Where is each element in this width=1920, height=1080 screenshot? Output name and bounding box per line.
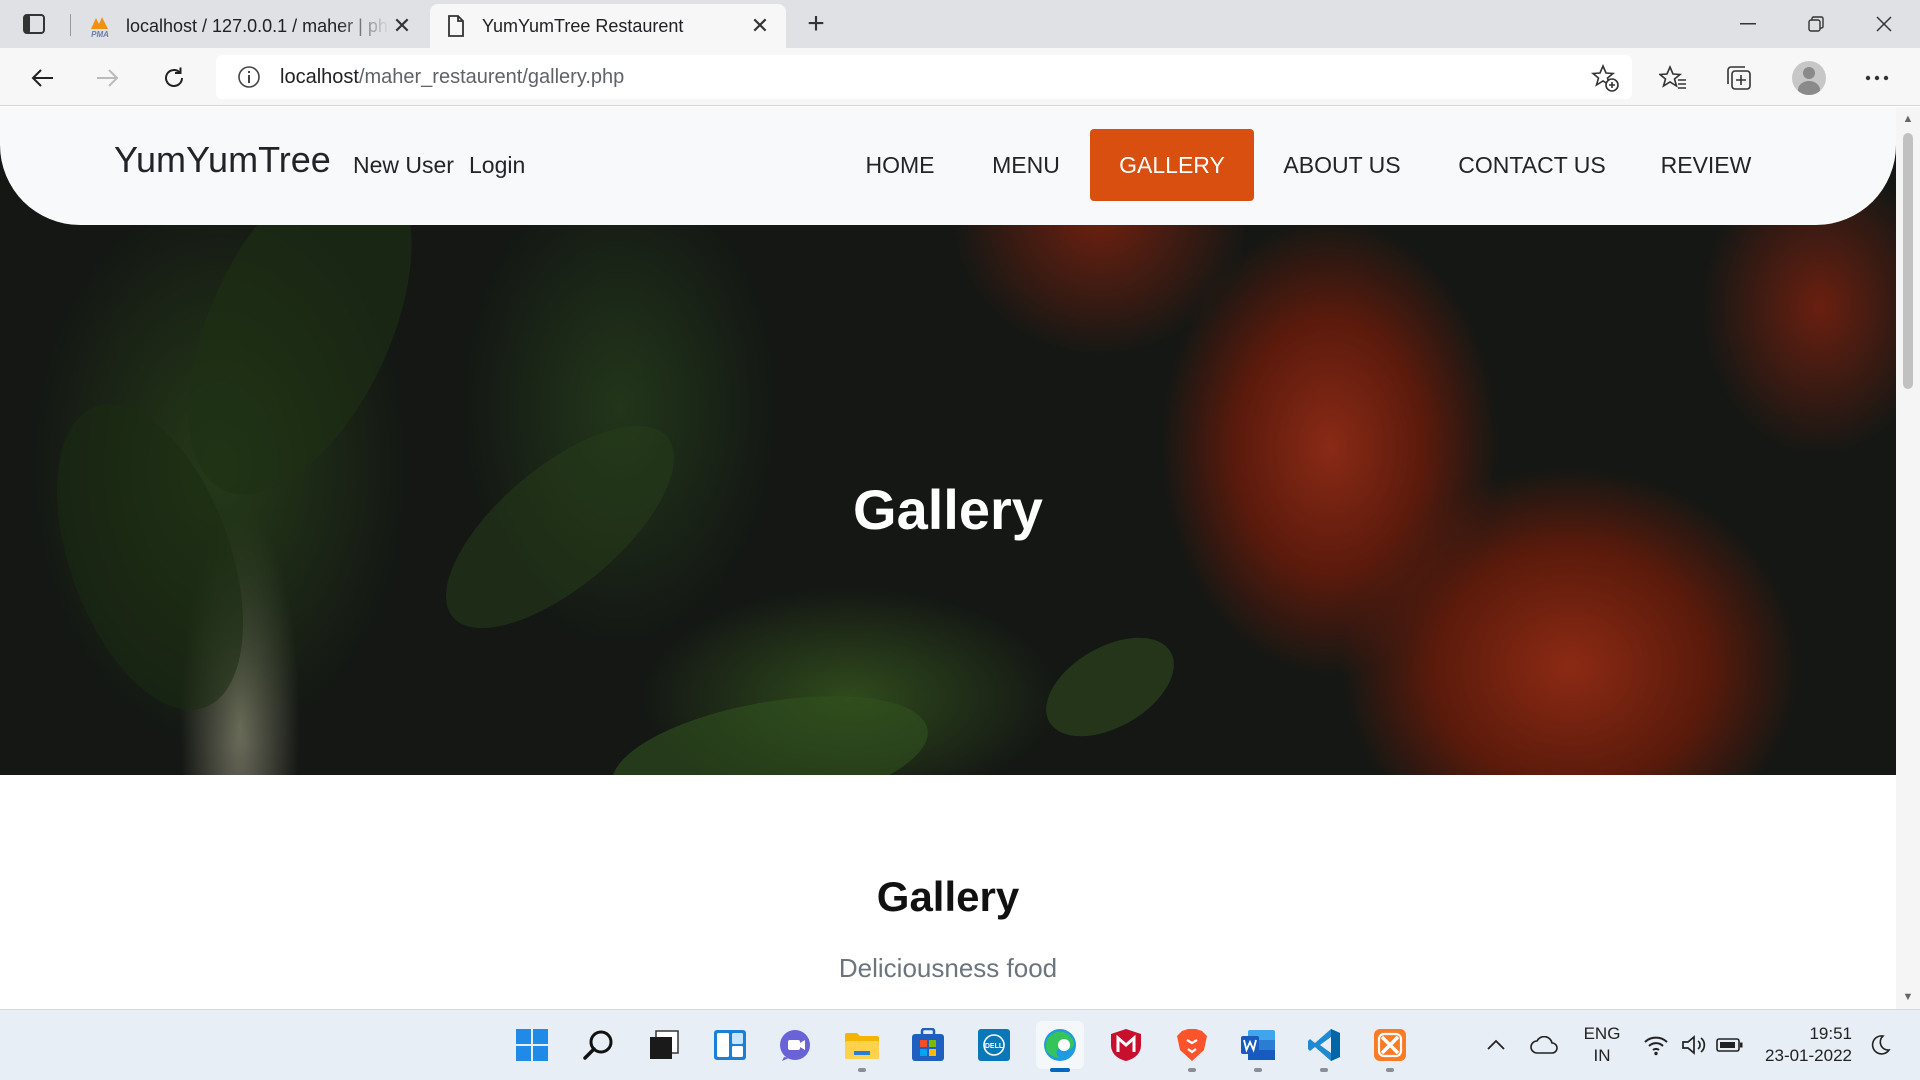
file-explorer-icon[interactable] — [838, 1021, 886, 1072]
nav-review[interactable]: REVIEW — [1644, 129, 1768, 201]
clock-date: 23-01-2022 — [1765, 1046, 1852, 1065]
widgets-icon[interactable] — [706, 1021, 754, 1069]
start-icon[interactable] — [508, 1021, 556, 1069]
nav-menu[interactable]: MENU — [970, 129, 1082, 201]
phpmyadmin-icon: PMA — [88, 14, 112, 38]
scroll-down-icon[interactable]: ▼ — [1902, 991, 1914, 1003]
language-code: ENG — [1583, 1024, 1621, 1043]
url-text: localhost/maher_restaurent/gallery.php — [280, 66, 624, 89]
back-arrow-icon[interactable] — [22, 58, 62, 98]
vscode-icon[interactable] — [1300, 1021, 1348, 1072]
show-hidden-icons-chevron-icon[interactable] — [1472, 1021, 1520, 1069]
site-info-icon[interactable] — [234, 62, 264, 92]
hero-title: Gallery — [853, 478, 1043, 541]
brave-icon[interactable] — [1168, 1021, 1216, 1072]
word-icon[interactable] — [1234, 1021, 1282, 1072]
dell-icon[interactable]: DELL — [970, 1021, 1018, 1069]
gallery-section-title: Gallery — [876, 873, 1020, 920]
edge-icon[interactable] — [1036, 1021, 1084, 1072]
site-navbar: YumYumTree New User Login HOME MENU GALL… — [0, 107, 1896, 225]
tab-title: YumYumTree Restaurent — [482, 15, 684, 36]
tab-title: localhost / 127.0.0.1 / maher | phpMyAdm… — [126, 15, 390, 36]
forward-arrow-icon[interactable] — [88, 58, 128, 98]
more-options-icon[interactable] — [1860, 61, 1894, 95]
task-view-icon[interactable] — [640, 1021, 688, 1069]
tab-yumyumtree[interactable]: YumYumTree Restaurent ✕ — [430, 4, 786, 48]
close-window-icon[interactable] — [1850, 0, 1918, 48]
login-link[interactable]: Login — [469, 152, 525, 179]
svg-text:PMA: PMA — [91, 30, 109, 38]
tab-phpmyadmin[interactable]: PMA localhost / 127.0.0.1 / maher | phpM… — [74, 4, 428, 48]
tab-actions-icon[interactable] — [16, 10, 52, 38]
nav-gallery[interactable]: GALLERY — [1090, 129, 1254, 201]
xampp-icon[interactable] — [1366, 1021, 1414, 1072]
region-code: IN — [1593, 1046, 1611, 1065]
refresh-icon[interactable] — [154, 58, 194, 98]
running-indicator — [858, 1068, 866, 1072]
focus-assist-moon-icon[interactable] — [1858, 1021, 1902, 1069]
url-host: localhost — [280, 65, 359, 88]
url-path: /maher_restaurent/gallery.php — [358, 65, 625, 88]
running-indicator — [1320, 1068, 1328, 1072]
scroll-up-icon[interactable]: ▲ — [1902, 113, 1914, 125]
page-icon — [444, 14, 468, 38]
svg-text:DELL: DELL — [985, 1043, 1004, 1050]
new-user-link[interactable]: New User — [353, 152, 454, 179]
input-language-indicator[interactable]: ENG IN — [1578, 1023, 1626, 1067]
address-bar[interactable]: localhost/maher_restaurent/gallery.php — [216, 55, 1632, 99]
clock-time: 19:51 — [1809, 1024, 1852, 1043]
page-scrollbar[interactable]: ▲ ▼ — [1896, 107, 1920, 1009]
nav-home[interactable]: HOME — [840, 129, 960, 201]
browser-toolbar: localhost/maher_restaurent/gallery.php — [0, 48, 1920, 106]
running-indicator — [1188, 1068, 1196, 1072]
add-favorite-icon[interactable] — [1590, 63, 1620, 93]
battery-icon[interactable] — [1708, 1021, 1752, 1069]
running-indicator — [1386, 1068, 1394, 1072]
close-tab-icon[interactable]: ✕ — [748, 13, 772, 38]
collections-icon[interactable] — [1722, 61, 1756, 95]
windows-taskbar: DELL ENG IN 19:51 23-01-2022 — [0, 1009, 1920, 1080]
scrollbar-thumb[interactable] — [1903, 133, 1913, 389]
profile-avatar[interactable] — [1792, 61, 1826, 95]
nav-contact-us[interactable]: CONTACT US — [1444, 129, 1620, 201]
close-tab-icon[interactable]: ✕ — [390, 13, 414, 38]
nav-about-us[interactable]: ABOUT US — [1266, 129, 1418, 201]
search-icon[interactable] — [574, 1021, 622, 1069]
brand-logo[interactable]: YumYumTree — [114, 139, 331, 181]
mcafee-icon[interactable] — [1102, 1021, 1150, 1069]
chat-icon[interactable] — [772, 1021, 820, 1069]
active-indicator — [1050, 1068, 1070, 1072]
gallery-section-subtitle: Deliciousness food — [838, 953, 1058, 983]
onedrive-cloud-icon[interactable] — [1520, 1021, 1568, 1069]
new-tab-button[interactable]: + — [800, 7, 832, 40]
clock[interactable]: 19:51 23-01-2022 — [1760, 1023, 1852, 1067]
store-icon[interactable] — [904, 1021, 952, 1069]
running-indicator — [1254, 1068, 1262, 1072]
browser-tab-strip: PMA localhost / 127.0.0.1 / maher | phpM… — [0, 0, 1920, 48]
minimize-icon[interactable] — [1714, 0, 1782, 48]
favorites-icon[interactable] — [1656, 61, 1690, 95]
tab-separator — [70, 14, 71, 36]
restore-icon[interactable] — [1782, 0, 1850, 48]
web-page-viewport: Gallery YumYumTree New User Login HOME M… — [0, 107, 1896, 1009]
